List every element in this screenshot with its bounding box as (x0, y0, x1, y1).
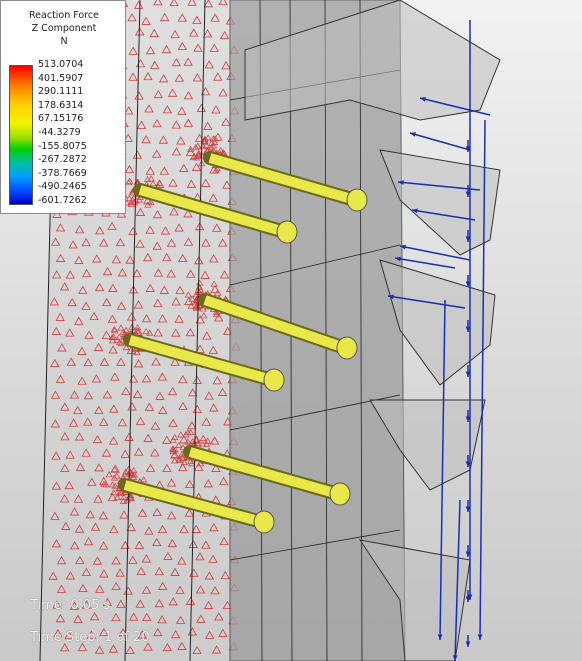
legend-title: Reaction Force (29, 10, 99, 21)
legend-value: 513.0704 (38, 59, 84, 70)
legend-colorbar (9, 65, 33, 205)
legend-value: -155.8075 (38, 140, 87, 152)
legend-value: -44.3279 (38, 127, 81, 138)
legend-value: 67.15176 (38, 113, 84, 125)
fea-viewport[interactable]: Reaction Force Z Component N 513.0704 401… (0, 0, 582, 661)
legend-value: 401.5907 (38, 72, 84, 84)
legend-subtitle: Z Component (31, 23, 97, 34)
legend-value: -378.7669 (38, 167, 87, 179)
legend-value: -601.7262 (38, 195, 87, 206)
time-step-readout: Time Step: 1 of 20 (30, 630, 150, 645)
color-legend: Reaction Force Z Component N 513.0704 401… (0, 0, 126, 214)
legend-value: 178.6314 (38, 99, 84, 111)
legend-value: -267.2872 (38, 154, 87, 166)
time-readout: Time: 0.05 s (30, 598, 111, 613)
legend-unit: N (60, 36, 68, 47)
legend-value: 290.1111 (38, 86, 84, 98)
legend-value: -490.2465 (38, 181, 87, 193)
